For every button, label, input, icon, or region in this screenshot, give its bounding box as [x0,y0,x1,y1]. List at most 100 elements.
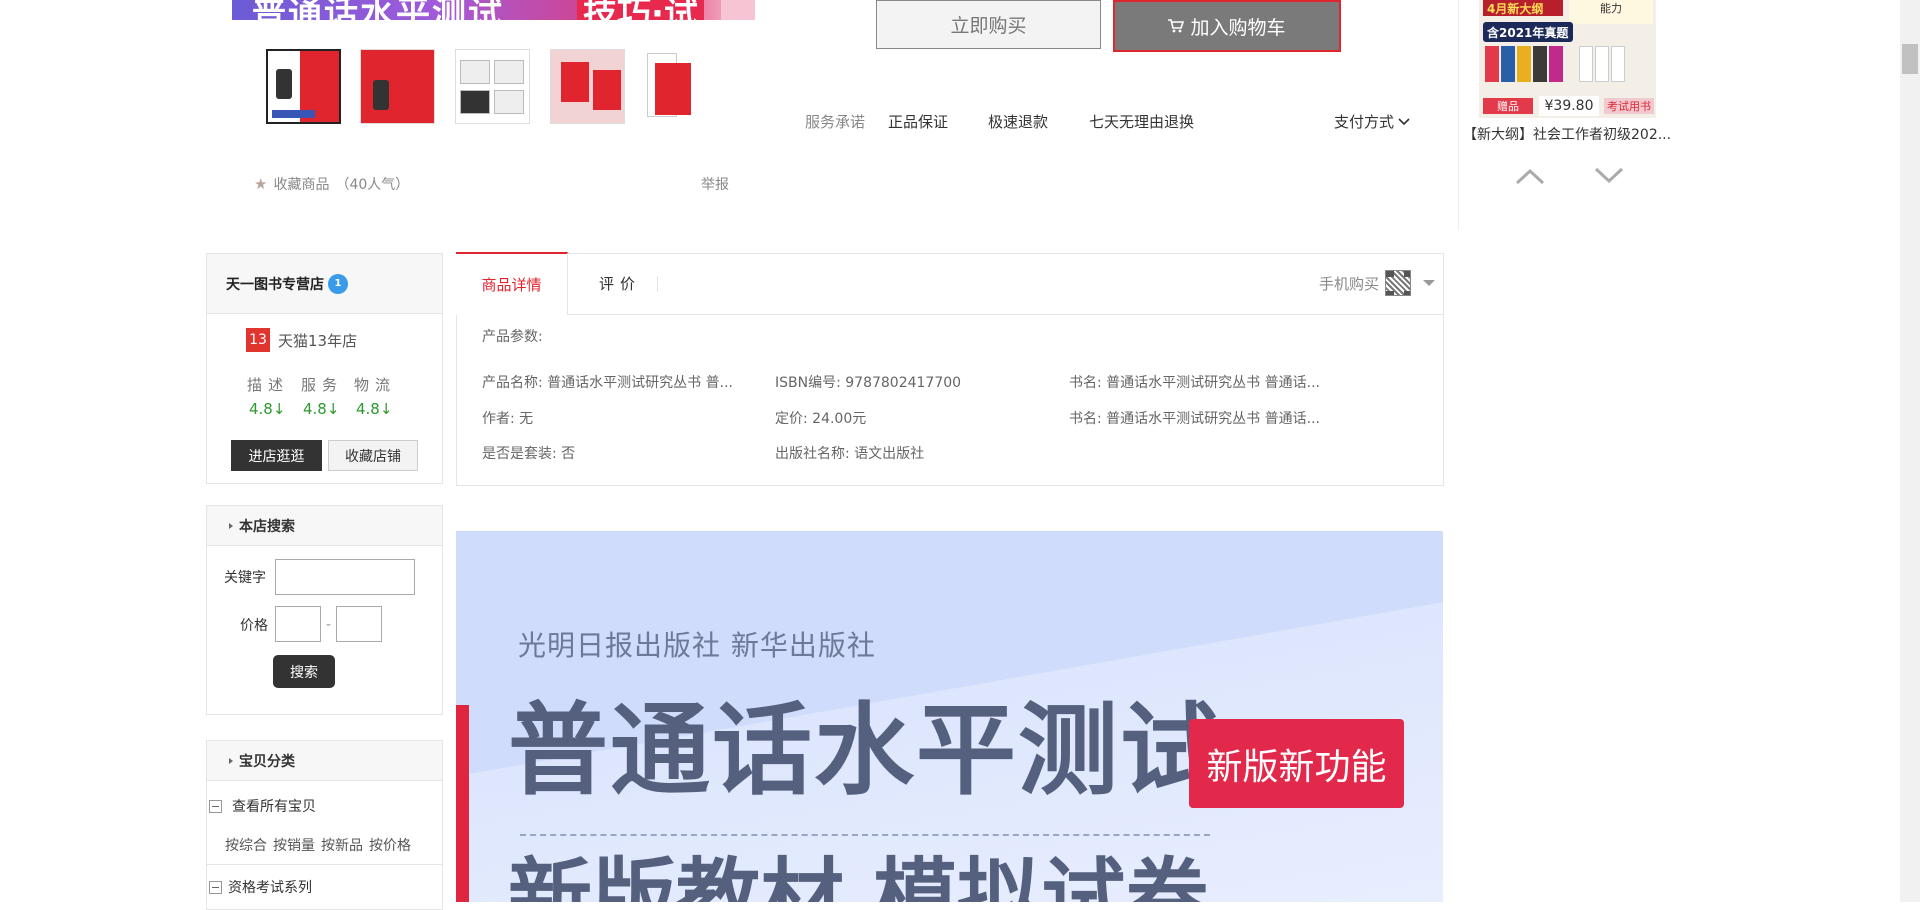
qr-code-icon [1385,270,1412,296]
payment-label: 支付方式 [1334,113,1395,131]
param-price: 定价: 24.00元 [775,411,867,427]
favorite-label: 收藏商品 [273,177,330,193]
category-all[interactable]: 查看所有宝贝 [209,796,316,816]
payment-methods-dropdown[interactable]: 支付方式 [1334,111,1410,132]
keyword-label: 关键字 [224,570,266,586]
page-scrollbar[interactable] [1900,0,1920,902]
hero-title: 普通话水平测试 [508,692,1222,809]
service-7day-return[interactable]: 七天无理由退换 [1089,111,1194,132]
prev-arrow-button[interactable] [1512,163,1548,191]
rating-service: 4.8↓ [303,400,340,418]
product-description-image: 光明日报出版社 新华出版社 普通话水平测试 新版新功能 新版教材 模拟试卷 [456,531,1443,902]
enter-shop-button[interactable]: 进店逛逛 [231,440,322,471]
service-genuine[interactable]: 正品保证 [888,111,948,132]
category-all-label: 查看所有宝贝 [232,799,316,815]
favorite-shop-button[interactable]: 收藏店铺 [328,440,418,471]
next-arrow-button[interactable] [1591,163,1627,191]
price-min-input[interactable] [275,606,321,642]
shop-name[interactable]: 天一图书专营店 1 [207,254,442,314]
price-max-input[interactable] [336,606,382,642]
keyword-input[interactable] [275,559,415,595]
triangle-icon [229,522,233,529]
hero-subtitle: 新版教材 模拟试卷 [508,849,1210,902]
param-book-name-2: 书名: 普通话水平测试研究丛书 普通话... [1069,411,1320,427]
scrollbar-thumb[interactable] [1902,44,1918,74]
arrow-down-icon: ↓ [272,400,286,418]
add-to-cart-label: 加入购物车 [1190,16,1286,39]
favorite-count: （40人气） [335,177,410,193]
caret-down-icon [1423,280,1436,286]
sort-overall[interactable]: 按综合 [225,835,267,855]
recommend-badge-2: 含2021年真题 [1483,22,1573,42]
params-header: 产品参数: [482,329,543,345]
price-label: 价格 [240,618,268,634]
recommend-badge-4: 考试用书 [1604,98,1654,114]
chevron-down-icon [1398,117,1410,125]
hero-publishers: 光明日报出版社 新华出版社 [518,629,876,662]
thumbnail-3[interactable] [455,49,530,124]
cart-icon [1168,19,1185,33]
category-header: 宝贝分类 [207,741,442,781]
category-series-label: 资格考试系列 [228,880,312,896]
service-fast-refund[interactable]: 极速退款 [988,111,1048,132]
recommend-product-title[interactable]: 【新大纲】社会工作者初级202... [1463,124,1671,144]
shop-age-text: 天猫13年店 [278,331,358,350]
column-divider [1458,0,1459,230]
collapse-icon[interactable] [209,799,222,813]
mobile-buy[interactable]: 手机购买 [1319,270,1436,296]
add-to-cart-button[interactable]: 加入购物车 [1113,0,1341,52]
magnifier-icon[interactable] [721,0,755,20]
arrow-down-icon: ↓ [326,400,340,418]
rating-desc: 4.8↓ [249,400,286,418]
rating-logistics: 4.8↓ [356,400,393,418]
thumbnail-1[interactable] [266,49,341,124]
param-is-set: 是否是套装: 否 [482,446,576,462]
divider [207,864,442,865]
store-search-header: 本店搜索 [207,506,442,546]
rating-label-logistics: 物流 [354,376,397,394]
store-search-button[interactable]: 搜索 [273,655,335,688]
report-link[interactable]: 举报 [701,174,729,194]
banner-text-2: 技巧·试 [577,0,704,20]
recommend-badge-1: 4月新大纲 [1483,0,1563,16]
category-title: 宝贝分类 [239,753,295,770]
shop-age-badge: 13 [246,328,270,352]
sort-price[interactable]: 按价格 [369,835,411,855]
chevron-down-icon [1594,167,1624,184]
recommend-product-image[interactable]: 4月新大纲 能力 含2021年真题 赠品 ¥39.80 考试用书 [1479,0,1656,118]
favorite-product[interactable]: ★ 收藏商品 （40人气） [254,174,409,194]
param-isbn: ISBN编号: 9787802417700 [775,375,962,391]
thumbnail-5[interactable] [645,49,720,124]
star-icon: ★ [254,175,268,193]
chevron-up-icon [1515,168,1545,185]
main-product-image[interactable]: 普通话水平测试 技巧·试 [232,0,755,20]
banner-text: 普通话水平测试 [252,0,504,20]
dashed-divider [520,834,1210,836]
store-search-title: 本店搜索 [239,518,295,535]
sort-sales[interactable]: 按销量 [273,835,315,855]
param-book-name: 书名: 普通话水平测试研究丛书 普通话... [1069,375,1320,391]
mobile-buy-label: 手机购买 [1319,274,1380,293]
thumbnail-2[interactable] [360,49,435,124]
sort-links: 按综合 按销量 按新品 按价格 [225,835,411,855]
service-label: 服务承诺 [805,113,866,131]
accent-bar [456,705,469,902]
shop-level-icon: 1 [328,273,348,294]
collapse-icon[interactable] [209,880,222,894]
sort-new[interactable]: 按新品 [321,835,363,855]
param-product-name: 产品名称: 普通话水平测试研究丛书 普... [482,375,733,391]
hero-badge: 新版新功能 [1189,719,1404,808]
buy-now-button[interactable]: 立即购买 [876,0,1101,49]
shop-age: 13 天猫13年店 [246,328,357,352]
rating-label-service: 服务 [301,376,344,394]
tab-product-detail[interactable]: 商品详情 [456,252,568,315]
shop-name-text: 天一图书专营店 [226,276,324,293]
tab-reviews[interactable]: 评价 [580,252,660,315]
param-author: 作者: 无 [482,411,534,427]
thumbnail-4[interactable] [550,49,625,124]
category-series[interactable]: 资格考试系列 [209,877,312,897]
param-publisher: 出版社名称: 语文出版社 [775,446,925,462]
tab-divider [657,276,658,292]
rating-label-desc: 描述 [247,376,290,394]
recommend-badge-3: 赠品 [1483,98,1533,114]
